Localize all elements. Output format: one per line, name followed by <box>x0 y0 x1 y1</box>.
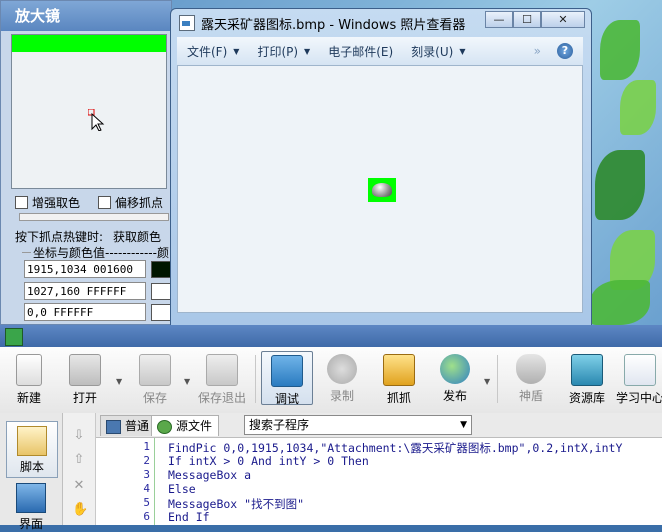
library-icon <box>571 354 603 386</box>
chevron-down-icon[interactable]: ▼ <box>484 377 490 386</box>
line-number-gutter: 1 2 3 4 5 6 <box>96 438 155 525</box>
editor-titlebar <box>0 325 662 347</box>
normal-view-icon <box>106 420 121 434</box>
save-exit-icon <box>206 354 238 386</box>
mining-icon-image <box>368 178 396 202</box>
magnifier-slider[interactable] <box>19 213 169 221</box>
interface-icon <box>16 483 46 513</box>
shield-icon <box>516 354 546 384</box>
menu-file[interactable]: 文件(F) ▼ <box>187 43 239 60</box>
color-swatch-3 <box>151 304 171 321</box>
minimize-button[interactable]: — <box>485 11 513 28</box>
publish-button[interactable]: 发布 <box>429 354 481 404</box>
hotkey-action[interactable]: 获取颜色 <box>113 228 161 245</box>
arrow-up-icon[interactable]: ⇧ <box>72 453 86 467</box>
grab-icon <box>383 354 415 386</box>
new-file-icon <box>16 354 42 386</box>
editor-side-tools: ⇩ ⇧ ✕ ✋ <box>63 413 96 525</box>
photo-viewer-title: 露天采矿器图标.bmp - Windows 照片查看器 <box>201 17 466 33</box>
tab-source[interactable]: 源文件 <box>151 415 220 436</box>
photo-viewer-window: 露天采矿器图标.bmp - Windows 照片查看器 — ☐ ✕ 文件(F) ▼… <box>170 8 592 326</box>
script-icon <box>17 426 47 456</box>
code-line[interactable]: Else <box>168 482 196 496</box>
chevron-down-icon: ▼ <box>233 46 240 56</box>
record-icon <box>327 354 357 384</box>
grab-button[interactable]: 抓抓 <box>373 354 425 406</box>
debug-button[interactable]: 调试 <box>261 351 313 406</box>
enhance-color-option[interactable]: 增强取色 偏移抓点 <box>15 194 163 211</box>
magnifier-title: 放大镜 <box>1 1 171 31</box>
open-folder-icon <box>69 354 101 386</box>
code-line[interactable]: End If <box>168 510 210 524</box>
chevron-down-icon[interactable]: ▼ <box>116 377 122 386</box>
chevron-down-icon: ▼ <box>304 46 311 56</box>
record-button[interactable]: 录制 <box>316 354 368 404</box>
menu-burn[interactable]: 刻录(U) ▼ <box>411 43 465 60</box>
maximize-button[interactable]: ☐ <box>513 11 541 28</box>
app-icon <box>5 328 23 346</box>
subroutine-search-select[interactable]: 搜索子程序 ▼ <box>244 415 472 435</box>
menu-email[interactable]: 电子邮件(E) <box>328 43 393 60</box>
left-panel: 脚本 界面 <box>0 413 63 531</box>
script-editor-window: 新建 打开 ▼ 保存 ▼ 保存退出 调试 录制 抓抓 发布 ▼ 神盾 资源库 学… <box>0 325 662 531</box>
new-button[interactable]: 新建 <box>3 354 55 406</box>
photo-canvas <box>177 65 583 313</box>
color-swatch-1 <box>151 261 171 278</box>
arrow-down-icon[interactable]: ⇩ <box>72 429 86 443</box>
open-button[interactable]: 打开 <box>59 354 111 406</box>
chevron-down-icon[interactable]: ▼ <box>184 377 190 386</box>
save-exit-button[interactable]: 保存退出 <box>196 354 248 406</box>
script-panel-button[interactable]: 脚本 <box>6 421 58 478</box>
more-icon[interactable]: » <box>534 44 541 58</box>
code-editor[interactable]: 1 2 3 4 5 6 FindPic 0,0,1915,1034,"Attac… <box>96 438 662 525</box>
coord-value-2: 1027,160 FFFFFF <box>24 282 146 300</box>
magnified-green-strip <box>12 35 166 52</box>
magnifier-view <box>11 34 167 189</box>
tab-normal[interactable]: 普通 <box>100 415 157 436</box>
help-icon[interactable]: ? <box>557 43 573 59</box>
editor-tabs: 普通 源文件 搜索子程序 ▼ <box>96 413 662 438</box>
hotkey-row: 按下抓点热键时: 获取颜色 <box>15 228 162 245</box>
enhance-checkbox[interactable] <box>15 196 28 209</box>
close-button[interactable]: ✕ <box>541 11 585 28</box>
debug-icon <box>271 355 303 387</box>
coord-value-3: 0,0 FFFFFF <box>24 303 146 321</box>
chevron-down-icon: ▼ <box>459 46 466 56</box>
magnifier-window: 放大镜 增强取色 偏移抓点 按下抓点热键时: 获取颜色 坐标与颜色值------… <box>0 0 172 325</box>
shield-button[interactable]: 神盾 <box>505 354 557 404</box>
color-swatch-2 <box>151 283 171 300</box>
menu-print[interactable]: 打印(P) ▼ <box>257 43 310 60</box>
source-file-icon <box>157 420 172 434</box>
cursor-icon <box>88 109 105 131</box>
coord-value-1: 1915,1034 001600 <box>24 260 146 278</box>
code-line[interactable]: If intX > 0 And intY > 0 Then <box>168 454 369 468</box>
code-line[interactable]: MessageBox a <box>168 468 251 482</box>
library-button[interactable]: 资源库 <box>561 354 613 406</box>
learning-center-icon <box>624 354 656 386</box>
hand-icon[interactable]: ✋ <box>72 503 88 517</box>
offset-checkbox[interactable] <box>98 196 112 209</box>
photo-viewer-icon <box>179 15 195 31</box>
save-icon <box>139 354 171 386</box>
learning-center-button[interactable]: 学习中心 <box>614 354 662 406</box>
delete-icon[interactable]: ✕ <box>72 479 86 493</box>
photo-viewer-menu: 文件(F) ▼ 打印(P) ▼ 电子邮件(E) 刻录(U) ▼ » ? <box>177 37 583 65</box>
chevron-down-icon: ▼ <box>460 420 467 430</box>
save-button[interactable]: 保存 <box>129 354 181 406</box>
publish-icon <box>440 354 470 384</box>
main-toolbar: 新建 打开 ▼ 保存 ▼ 保存退出 调试 录制 抓抓 发布 ▼ 神盾 资源库 学… <box>0 347 662 414</box>
